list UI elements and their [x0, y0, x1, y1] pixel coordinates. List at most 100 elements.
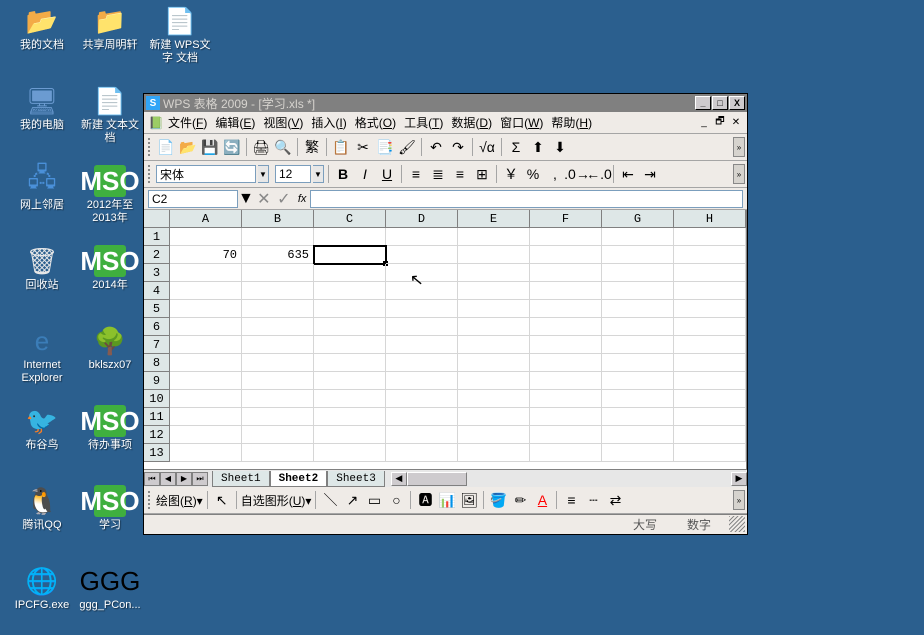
cell-D8[interactable]	[386, 354, 458, 372]
font-color-icon[interactable]: A	[532, 490, 552, 510]
cell-G11[interactable]	[602, 408, 674, 426]
column-header[interactable]: B	[242, 210, 314, 228]
resize-grip[interactable]	[729, 516, 745, 532]
open-icon[interactable]: 📂	[178, 137, 198, 157]
desktop-icon[interactable]: eInternet Explorer	[10, 325, 74, 385]
cell-H4[interactable]	[674, 282, 746, 300]
cell-G4[interactable]	[602, 282, 674, 300]
sort-desc-icon[interactable]: ⬇	[550, 137, 570, 157]
row-header[interactable]: 3	[144, 264, 170, 282]
cell-F8[interactable]	[530, 354, 602, 372]
line-icon[interactable]: ＼	[320, 490, 340, 510]
row-header[interactable]: 1	[144, 228, 170, 246]
cell-G9[interactable]	[602, 372, 674, 390]
cell-A5[interactable]	[170, 300, 242, 318]
column-header[interactable]: D	[386, 210, 458, 228]
cell-D10[interactable]	[386, 390, 458, 408]
paste-icon[interactable]: 📋	[331, 137, 351, 157]
sort-asc-icon[interactable]: ⬆	[528, 137, 548, 157]
cell-D13[interactable]	[386, 444, 458, 462]
desktop-icon[interactable]: 📄新建 WPS文字 文档	[148, 5, 212, 65]
cell-B13[interactable]	[242, 444, 314, 462]
currency-icon[interactable]: ￥	[501, 164, 521, 184]
desktop-icon[interactable]: MSO2014年	[78, 245, 142, 292]
cell-F5[interactable]	[530, 300, 602, 318]
autoshape-menu[interactable]: 自选图形(U)▾	[241, 492, 312, 509]
cell-C10[interactable]	[314, 390, 386, 408]
desktop-icon[interactable]: MSO学习	[78, 485, 142, 532]
row-header[interactable]: 8	[144, 354, 170, 372]
cell-E11[interactable]	[458, 408, 530, 426]
cell-D11[interactable]	[386, 408, 458, 426]
rect-icon[interactable]: ▭	[364, 490, 384, 510]
column-header[interactable]: G	[602, 210, 674, 228]
cell-C13[interactable]	[314, 444, 386, 462]
cell-F1[interactable]	[530, 228, 602, 246]
column-header[interactable]: E	[458, 210, 530, 228]
menu-w[interactable]: 窗口(W)	[496, 112, 547, 133]
cell-H6[interactable]	[674, 318, 746, 336]
cell-G8[interactable]	[602, 354, 674, 372]
oval-icon[interactable]: ○	[386, 490, 406, 510]
sheet-tab[interactable]: Sheet2	[270, 471, 328, 487]
cell-B6[interactable]	[242, 318, 314, 336]
cell-A10[interactable]	[170, 390, 242, 408]
chevron-down-icon[interactable]: ▼	[238, 190, 254, 208]
cell-C2[interactable]	[314, 246, 386, 264]
percent-icon[interactable]: %	[523, 164, 543, 184]
vertical-scrollbar[interactable]: ▲ ▼	[746, 210, 747, 469]
sum-icon[interactable]: Σ	[506, 137, 526, 157]
arrow-style-icon[interactable]: ⇄	[605, 490, 625, 510]
row-header[interactable]: 4	[144, 282, 170, 300]
column-header[interactable]: H	[674, 210, 746, 228]
chart-icon[interactable]: 📊	[437, 490, 457, 510]
cell-E8[interactable]	[458, 354, 530, 372]
cell-D6[interactable]	[386, 318, 458, 336]
inc-decimal-icon[interactable]: .0→	[567, 164, 587, 184]
cell-F9[interactable]	[530, 372, 602, 390]
cell-D9[interactable]	[386, 372, 458, 390]
cell-G5[interactable]	[602, 300, 674, 318]
menu-e[interactable]: 编辑(E)	[211, 112, 259, 133]
cell-C3[interactable]	[314, 264, 386, 282]
row-header[interactable]: 11	[144, 408, 170, 426]
toolbar-overflow[interactable]: »	[733, 490, 745, 510]
cell-H5[interactable]	[674, 300, 746, 318]
cell-D7[interactable]	[386, 336, 458, 354]
cell-H8[interactable]	[674, 354, 746, 372]
scroll-left-icon[interactable]: ◀	[391, 472, 407, 486]
copy-icon[interactable]: 📑	[375, 137, 395, 157]
formula-input[interactable]	[310, 190, 743, 208]
row-header[interactable]: 5	[144, 300, 170, 318]
cell-C7[interactable]	[314, 336, 386, 354]
cell-E7[interactable]	[458, 336, 530, 354]
preview-icon[interactable]: 🔍	[273, 137, 293, 157]
cell-G1[interactable]	[602, 228, 674, 246]
cell-G3[interactable]	[602, 264, 674, 282]
new-icon[interactable]: 📄	[156, 137, 176, 157]
cell-C9[interactable]	[314, 372, 386, 390]
line-style-icon[interactable]: ≡	[561, 490, 581, 510]
line-color-icon[interactable]: ✏	[510, 490, 530, 510]
desktop-icon[interactable]: MSO2012年至2013年	[78, 165, 142, 225]
convert-icon[interactable]: 🔄	[222, 137, 242, 157]
menu-f[interactable]: 文件(F)	[164, 112, 211, 133]
cell-E10[interactable]	[458, 390, 530, 408]
dash-style-icon[interactable]: ┄	[583, 490, 603, 510]
trad-simp-icon[interactable]: 繁	[302, 137, 322, 157]
sheet-tab[interactable]: Sheet1	[212, 471, 270, 487]
redo-icon[interactable]: ↷	[448, 137, 468, 157]
cell-F7[interactable]	[530, 336, 602, 354]
cell-F13[interactable]	[530, 444, 602, 462]
bold-icon[interactable]: B	[333, 164, 353, 184]
minimize-button[interactable]: _	[695, 96, 711, 110]
fx-icon[interactable]: fx	[298, 193, 307, 205]
image-icon[interactable]: 🖼	[459, 490, 479, 510]
cell-E3[interactable]	[458, 264, 530, 282]
enter-icon[interactable]: ✓	[274, 189, 294, 209]
cell-B3[interactable]	[242, 264, 314, 282]
underline-icon[interactable]: U	[377, 164, 397, 184]
desktop-icon[interactable]: MSO待办事项	[78, 405, 142, 452]
desktop-icon[interactable]: 📁共享周明轩	[78, 5, 142, 52]
menu-d[interactable]: 数据(D)	[447, 112, 496, 133]
